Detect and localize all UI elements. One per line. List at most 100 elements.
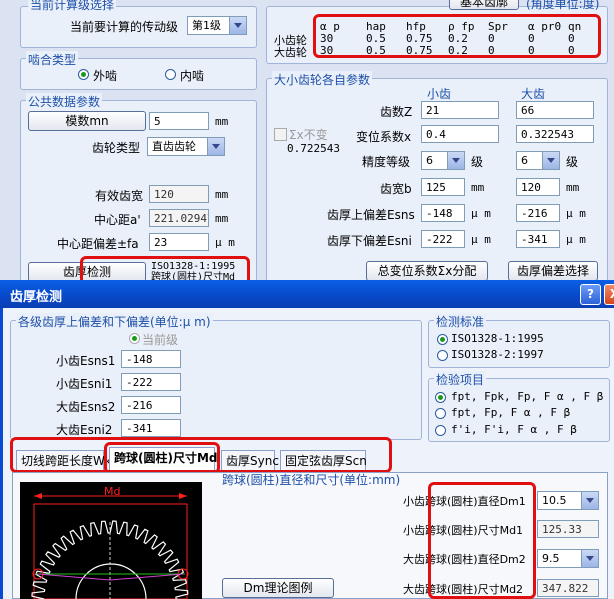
tab-tooth-thickness[interactable]: 齿厚Sync bbox=[221, 450, 279, 472]
deviation-label: 大齿Esni2 bbox=[56, 423, 113, 437]
chevron-down-icon bbox=[229, 17, 246, 34]
gear-params-title: 大小齿轮各自参数 bbox=[272, 71, 373, 88]
center-deviation-label: 中心距偏差±fa bbox=[57, 237, 139, 251]
basic-profile-button[interactable]: 基本齿廓 bbox=[449, 0, 519, 10]
deviation-select-button[interactable]: 齿厚偏差选择 bbox=[508, 261, 598, 281]
param-cell[interactable]: 0.2 bbox=[448, 44, 468, 57]
gear-hub bbox=[75, 563, 147, 599]
grade-small-value: 6 bbox=[426, 154, 433, 167]
thickness-check-button-label: 齿厚检测 bbox=[62, 265, 111, 279]
ball-row-label: 大齿跨球(圆柱)尺寸Md2 bbox=[403, 583, 524, 596]
param-table: α p hap hfp ρ fp Spr α pr0 qn 小齿轮 30 0.5 0.75 0.2 0 0… bbox=[274, 20, 604, 60]
shift-large-input[interactable]: 0.322543 bbox=[516, 125, 594, 143]
standard-info-line1: ISO1328-1:1995 bbox=[151, 261, 236, 272]
md-arrow-left bbox=[34, 493, 42, 499]
current-stage-radio[interactable] bbox=[129, 333, 140, 344]
teeth-large-input[interactable]: 66 bbox=[516, 101, 594, 119]
teeth-small-input[interactable]: 21 bbox=[421, 101, 499, 119]
deviation-label: 小齿Esns1 bbox=[56, 354, 116, 368]
center-deviation-input[interactable]: 23 bbox=[149, 233, 209, 251]
param-cell[interactable]: 0 bbox=[528, 44, 535, 57]
width-small-unit: mm bbox=[471, 181, 485, 194]
current-stage-label: 当前要计算的传动级 bbox=[70, 20, 179, 34]
ball-diameter-select[interactable]: 10.5 bbox=[537, 491, 599, 510]
ball-dimension-output[interactable]: 347.822 bbox=[537, 579, 599, 597]
grade-large-unit: 级 bbox=[566, 155, 579, 169]
ball-diameter-value: 10.5 bbox=[542, 494, 567, 507]
md-diagram-label: Md bbox=[104, 485, 120, 498]
help-button[interactable]: ? bbox=[580, 284, 601, 305]
module-unit: mm bbox=[215, 115, 229, 128]
tab-tangent-span[interactable]: 切线跨距长度Wk bbox=[16, 450, 112, 472]
tab-page-caption: 跨球(圆柱)直径和尺寸(单位:mm) bbox=[222, 473, 401, 487]
pitch-line-right bbox=[109, 573, 184, 581]
lower-small-unit: μ m bbox=[471, 233, 491, 246]
inspection-radio-1[interactable] bbox=[435, 392, 446, 403]
param-cell[interactable]: 0.5 bbox=[366, 44, 386, 57]
iso1328-2-label: ISO1328-2:1997 bbox=[451, 348, 544, 361]
external-mesh-label: 外啮 bbox=[93, 69, 118, 83]
inspection-label-2: fpt, Fp, F α , F β bbox=[451, 406, 571, 419]
deviation-input[interactable]: -222 bbox=[121, 373, 181, 391]
lower-deviation-label: 齿厚下偏差Esni bbox=[327, 234, 412, 248]
ball-dimension-output[interactable]: 125.33 bbox=[537, 520, 599, 538]
upper-small-input[interactable]: -148 bbox=[421, 204, 465, 222]
ball-row-label: 大齿跨球(圆柱)直径Dm2 bbox=[403, 553, 526, 566]
dialog-title: 齿厚检测 bbox=[10, 290, 63, 305]
center-deviation-unit: μ m bbox=[215, 236, 235, 249]
inspection-label-1: fpt, Fpk, Fp, F α , F β bbox=[451, 390, 604, 403]
width-large-input[interactable]: 120 bbox=[516, 178, 560, 196]
tab-chordal-thickness[interactable]: 固定弦齿厚Scn bbox=[280, 450, 367, 472]
param-cell[interactable]: 30 bbox=[320, 44, 333, 57]
tab-ball-dimension[interactable]: 跨球(圆柱)尺寸Md bbox=[109, 447, 218, 472]
dm-theory-button[interactable]: Dm理论图例 bbox=[222, 578, 334, 598]
chevron-down-icon bbox=[447, 152, 464, 169]
lower-large-input[interactable]: -341 bbox=[516, 230, 560, 248]
thickness-check-button[interactable]: 齿厚检测 bbox=[28, 262, 146, 282]
current-stage-select[interactable]: 第1级 bbox=[187, 16, 247, 35]
deviation-input[interactable]: -148 bbox=[121, 350, 181, 368]
eff-width-input[interactable]: 120 bbox=[149, 185, 209, 203]
param-cell[interactable]: 0 bbox=[568, 44, 575, 57]
ball-diameter-select[interactable]: 9.5 bbox=[537, 549, 599, 568]
module-button[interactable]: 模数mn bbox=[28, 111, 146, 131]
inspection-radio-2[interactable] bbox=[435, 408, 446, 419]
param-cell[interactable]: 0.75 bbox=[406, 44, 433, 57]
lower-small-input[interactable]: -222 bbox=[421, 230, 465, 248]
grade-large-select[interactable]: 6 bbox=[516, 151, 560, 170]
grade-small-select[interactable]: 6 bbox=[421, 151, 465, 170]
close-button[interactable]: X bbox=[604, 284, 614, 305]
external-mesh-radio[interactable] bbox=[78, 69, 89, 80]
grade-small-unit: 级 bbox=[471, 155, 484, 169]
upper-large-unit: μ m bbox=[566, 207, 586, 220]
shift-distribution-button[interactable]: 总变位系数Σx分配 bbox=[366, 261, 488, 281]
inspection-title: 检验项目 bbox=[434, 371, 487, 388]
upper-large-input[interactable]: -216 bbox=[516, 204, 560, 222]
gear-type-label: 齿轮类型 bbox=[92, 141, 141, 155]
param-cell[interactable]: 0 bbox=[488, 44, 495, 57]
module-input[interactable]: 5 bbox=[149, 112, 209, 130]
iso1328-2-radio[interactable] bbox=[437, 350, 448, 361]
inspection-radio-3[interactable] bbox=[435, 425, 446, 436]
width-small-input[interactable]: 125 bbox=[421, 178, 465, 196]
current-stage-radio-label: 当前级 bbox=[142, 333, 179, 347]
common-params-title: 公共数据参数 bbox=[26, 93, 103, 110]
shift-small-input[interactable]: 0.4 bbox=[421, 125, 499, 143]
sum-value: 0.722543 bbox=[287, 142, 340, 155]
sum-unchanged-checkbox[interactable] bbox=[274, 128, 287, 141]
deviation-input[interactable]: -341 bbox=[121, 419, 181, 437]
gear-type-select[interactable]: 直齿齿轮 bbox=[147, 137, 225, 156]
deviation-input[interactable]: -216 bbox=[121, 396, 181, 414]
current-stage-title: 当前计算级选择 bbox=[28, 0, 117, 13]
center-distance-label: 中心距a' bbox=[94, 213, 141, 227]
sum-unchanged-label: Σx不变 bbox=[289, 128, 328, 142]
deviation-label: 大齿Esns2 bbox=[56, 400, 116, 414]
upper-small-unit: μ m bbox=[471, 207, 491, 220]
ball-row-label: 小齿跨球(圆柱)直径Dm1 bbox=[403, 495, 526, 508]
iso1328-1-radio[interactable] bbox=[437, 334, 448, 345]
param-row-label: 大齿轮 bbox=[274, 46, 307, 59]
grade-large-value: 6 bbox=[521, 154, 528, 167]
internal-mesh-radio[interactable] bbox=[165, 69, 176, 80]
standard-title: 检测标准 bbox=[434, 313, 487, 330]
center-distance-input[interactable]: 221.02947 bbox=[149, 209, 209, 227]
